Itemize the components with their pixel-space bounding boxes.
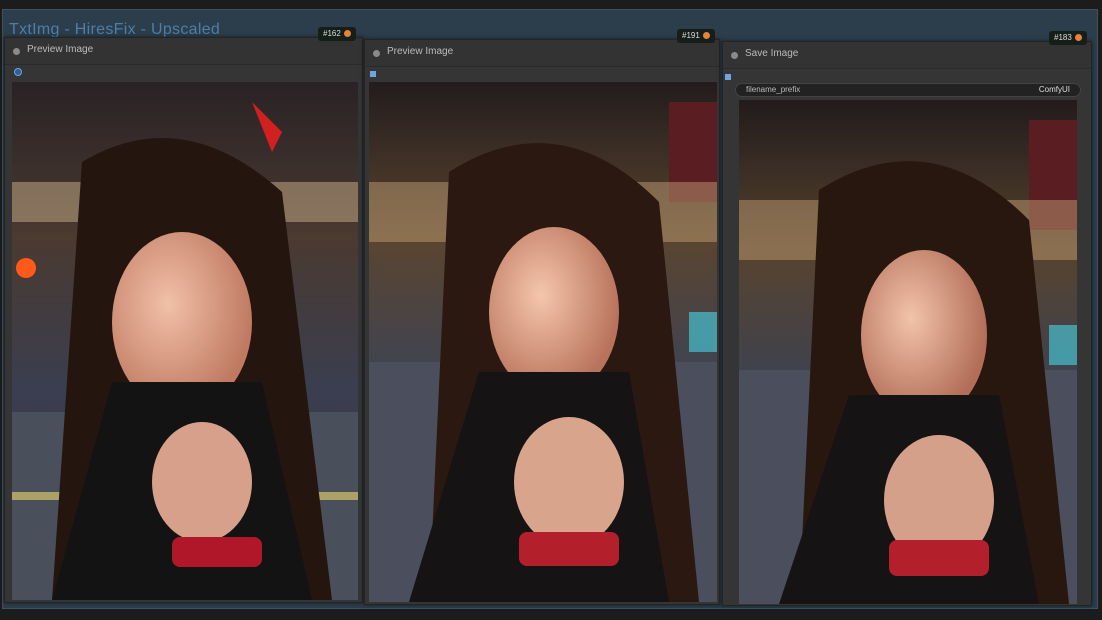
filename-prefix-field[interactable]: filename_prefix ComfyUI — [735, 83, 1081, 97]
fox-icon — [702, 31, 710, 39]
preview-image-node-2[interactable]: Preview Image #191 — [364, 29, 720, 605]
node-header[interactable]: Save Image — [723, 42, 1091, 69]
preview-image-node-1[interactable]: Preview Image #162 — [4, 27, 363, 603]
save-image-node[interactable]: Save Image filename_prefix ComfyUI #183 — [722, 31, 1092, 606]
node-title: Save Image — [745, 48, 799, 59]
saved-image — [739, 100, 1077, 604]
node-header[interactable]: Preview Image — [365, 40, 719, 67]
dot-icon[interactable] — [13, 48, 20, 55]
node-id-badge: #183 — [1049, 31, 1087, 45]
portrait-image — [369, 82, 717, 602]
fox-icon — [343, 29, 351, 37]
node-id-badge: #162 — [318, 27, 356, 41]
node-header[interactable]: Preview Image — [5, 38, 362, 65]
preview-image — [369, 82, 717, 602]
images-input-slot[interactable] — [370, 71, 376, 77]
images-input-slot[interactable] — [14, 68, 22, 76]
portrait-image — [739, 100, 1077, 604]
fox-icon — [1074, 33, 1082, 41]
filename-prefix-value[interactable]: ComfyUI — [1039, 85, 1070, 94]
images-input-slot[interactable] — [725, 74, 731, 80]
dot-icon[interactable] — [731, 52, 738, 59]
preview-image — [12, 82, 358, 600]
dot-icon[interactable] — [373, 50, 380, 57]
node-id-badge: #191 — [677, 29, 715, 43]
node-title: Preview Image — [27, 44, 94, 55]
portrait-image — [12, 82, 358, 600]
filename-prefix-label: filename_prefix — [746, 85, 801, 94]
node-title: Preview Image — [387, 46, 454, 57]
